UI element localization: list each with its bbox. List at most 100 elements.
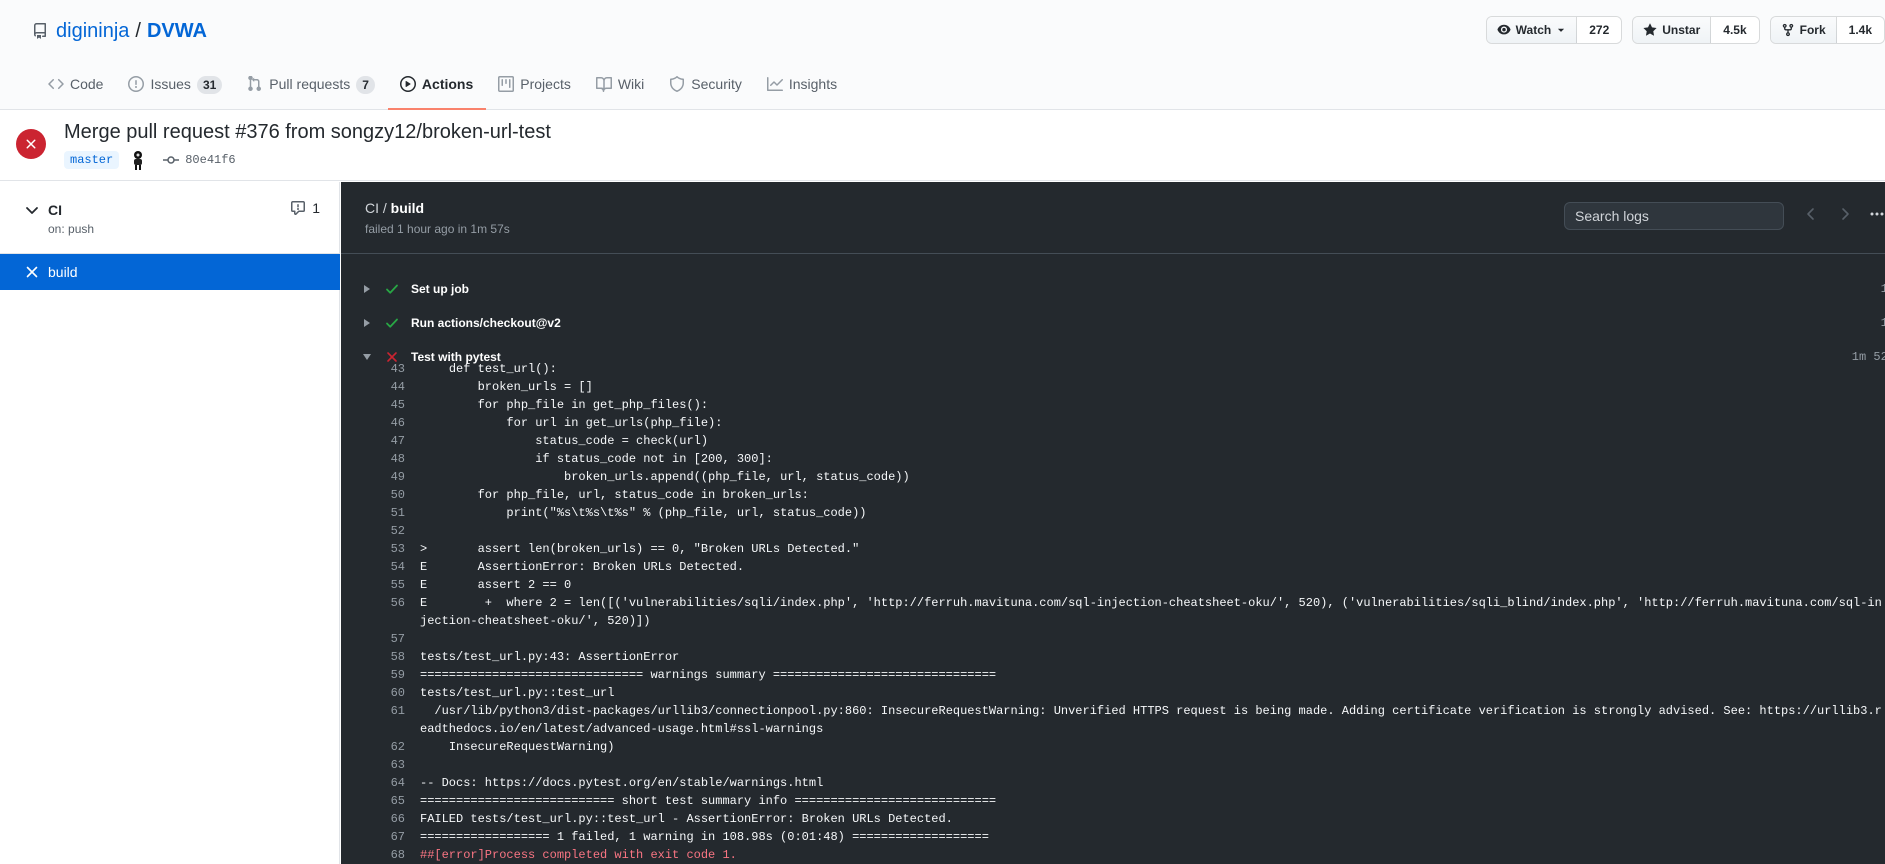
log-line-number[interactable]: 49: [341, 468, 405, 486]
star-button-group: Unstar 4.5k: [1632, 16, 1760, 44]
star-count[interactable]: 4.5k: [1711, 17, 1759, 43]
log-line-text: status_code = check(url): [420, 434, 709, 448]
workflow-trigger: on: push: [48, 222, 95, 236]
annotations-link[interactable]: 1: [290, 200, 320, 216]
log-line: 46 for url in get_urls(php_file):: [341, 414, 1885, 432]
log-line-text: E + where 2 = len([('vulnerabilities/sql…: [420, 596, 1882, 628]
log-line-number[interactable]: 62: [341, 738, 405, 756]
watch-label: Watch: [1515, 23, 1552, 37]
log-line-number[interactable]: 59: [341, 666, 405, 684]
log-line-number[interactable]: 58: [341, 648, 405, 666]
chevron-right-icon[interactable]: [1837, 206, 1853, 222]
chevron-down-icon[interactable]: [24, 202, 40, 218]
job-build-label: build: [48, 264, 78, 280]
play-icon: [399, 76, 416, 92]
log-line-number[interactable]: 61: [341, 702, 405, 738]
tab-insights[interactable]: Insights: [755, 70, 850, 110]
log-line-text: FAILED tests/test_url.py::test_url - Ass…: [420, 812, 953, 826]
log-line-number[interactable]: 57: [341, 630, 405, 648]
workflow-summary[interactable]: CI on: push 1: [0, 182, 340, 254]
log-line-number[interactable]: 68: [341, 846, 405, 864]
log-line-text: [405, 522, 1885, 540]
more-options-icon[interactable]: [1869, 206, 1885, 222]
issues-count-badge: 31: [196, 76, 223, 94]
repo-name-link[interactable]: DVWA: [147, 20, 207, 43]
unstar-button[interactable]: Unstar: [1633, 17, 1712, 43]
log-line-number[interactable]: 52: [341, 522, 405, 540]
watch-button[interactable]: Watch: [1486, 17, 1578, 43]
unstar-label: Unstar: [1662, 23, 1701, 37]
avatar[interactable]: [129, 150, 147, 170]
log-line-number[interactable]: 56: [341, 594, 405, 630]
log-line: 63: [341, 756, 1885, 774]
log-line: 54 E AssertionError: Broken URLs Detected…: [341, 558, 1885, 576]
log-line-number[interactable]: 66: [341, 810, 405, 828]
issue-icon: [128, 76, 145, 92]
log-line-text: broken_urls.append((php_file, url, statu…: [420, 470, 910, 484]
log-line-number[interactable]: 54: [341, 558, 405, 576]
step-set-up-job[interactable]: Set up job 1s: [341, 272, 1885, 306]
log-line: 44 broken_urls = []: [341, 378, 1885, 396]
log-line: 65 =========================== short test…: [341, 792, 1885, 810]
workflow-sidebar: CI on: push 1 build: [0, 182, 340, 864]
job-build[interactable]: build: [0, 254, 340, 290]
log-breadcrumb: CI / build: [365, 200, 424, 216]
log-line: 45 for php_file in get_php_files():: [341, 396, 1885, 414]
log-line: 68 ##[error]Process completed with exit c…: [341, 846, 1885, 864]
tab-projects[interactable]: Projects: [486, 70, 584, 110]
fork-icon: [1782, 23, 1793, 37]
step-run-checkout[interactable]: Run actions/checkout@v2 1s: [341, 306, 1885, 340]
x-icon: [26, 139, 36, 149]
log-line-text: =============================== warnings…: [420, 668, 997, 682]
log-line-number[interactable]: 60: [341, 684, 405, 702]
log-panel: CI / build failed 1 hour ago in 1m 57s S…: [341, 182, 1885, 864]
log-line: 50 for php_file, url, status_code in bro…: [341, 486, 1885, 504]
tab-pull-requests-label: Pull requests: [269, 76, 351, 92]
step-duration: 1s: [1880, 282, 1885, 296]
repo-separator: /: [135, 19, 141, 42]
tab-actions[interactable]: Actions: [387, 70, 487, 110]
log-line-number[interactable]: 67: [341, 828, 405, 846]
log-line: 64 -- Docs: https://docs.pytest.org/en/st…: [341, 774, 1885, 792]
search-logs-input[interactable]: Search logs: [1564, 202, 1784, 230]
chevron-left-icon[interactable]: [1803, 206, 1819, 222]
log-line: 61 /usr/lib/python3/dist-packages/urllib…: [341, 702, 1885, 738]
run-header: Merge pull request #376 from songzy12/br…: [0, 111, 1885, 181]
log-line-number[interactable]: 65: [341, 792, 405, 810]
log-line-number[interactable]: 51: [341, 504, 405, 522]
commit-link[interactable]: 80e41f6: [163, 153, 236, 167]
project-icon: [498, 76, 515, 92]
repo-owner-link[interactable]: digininja: [56, 20, 129, 43]
log-line-number[interactable]: 48: [341, 450, 405, 468]
tab-security[interactable]: Security: [657, 70, 755, 110]
log-line: 56 E + where 2 = len([('vulnerabilities/s…: [341, 594, 1885, 630]
log-line-text: for url in get_urls(php_file):: [420, 416, 723, 430]
tab-pull-requests[interactable]: Pull requests 7: [235, 70, 388, 110]
tab-wiki[interactable]: Wiki: [584, 70, 657, 110]
log-line-number[interactable]: 44: [341, 378, 405, 396]
log-lines: 43 def test_url(): 44 broken_urls = [] 45 …: [341, 360, 1885, 864]
log-line-text: E AssertionError: Broken URLs Detected.: [420, 560, 745, 574]
tab-issues[interactable]: Issues 31: [116, 70, 235, 110]
run-title: Merge pull request #376 from songzy12/br…: [64, 121, 551, 143]
watch-count[interactable]: 272: [1577, 17, 1622, 43]
fork-button[interactable]: Fork: [1770, 17, 1837, 43]
breadcrumb-workflow[interactable]: CI /: [365, 200, 387, 216]
log-line-number[interactable]: 47: [341, 432, 405, 450]
log-line-number[interactable]: 45: [341, 396, 405, 414]
pull-request-icon: [248, 76, 262, 91]
log-line-number[interactable]: 64: [341, 774, 405, 792]
fork-count[interactable]: 1.4k: [1836, 17, 1884, 43]
log-line-number[interactable]: 50: [341, 486, 405, 504]
log-line-number[interactable]: 63: [341, 756, 405, 774]
log-line-text: for php_file, url, status_code in broken…: [420, 488, 809, 502]
log-line-number[interactable]: 43: [341, 360, 405, 378]
log-line-number[interactable]: 55: [341, 576, 405, 594]
pulls-count-badge: 7: [356, 76, 375, 94]
log-line-number[interactable]: 46: [341, 414, 405, 432]
tab-code[interactable]: Code: [36, 70, 116, 110]
x-icon: [26, 266, 38, 278]
branch-label[interactable]: master: [64, 151, 120, 169]
log-line-number[interactable]: 53: [341, 540, 405, 558]
log-line-text: InsecureRequestWarning): [420, 740, 615, 754]
